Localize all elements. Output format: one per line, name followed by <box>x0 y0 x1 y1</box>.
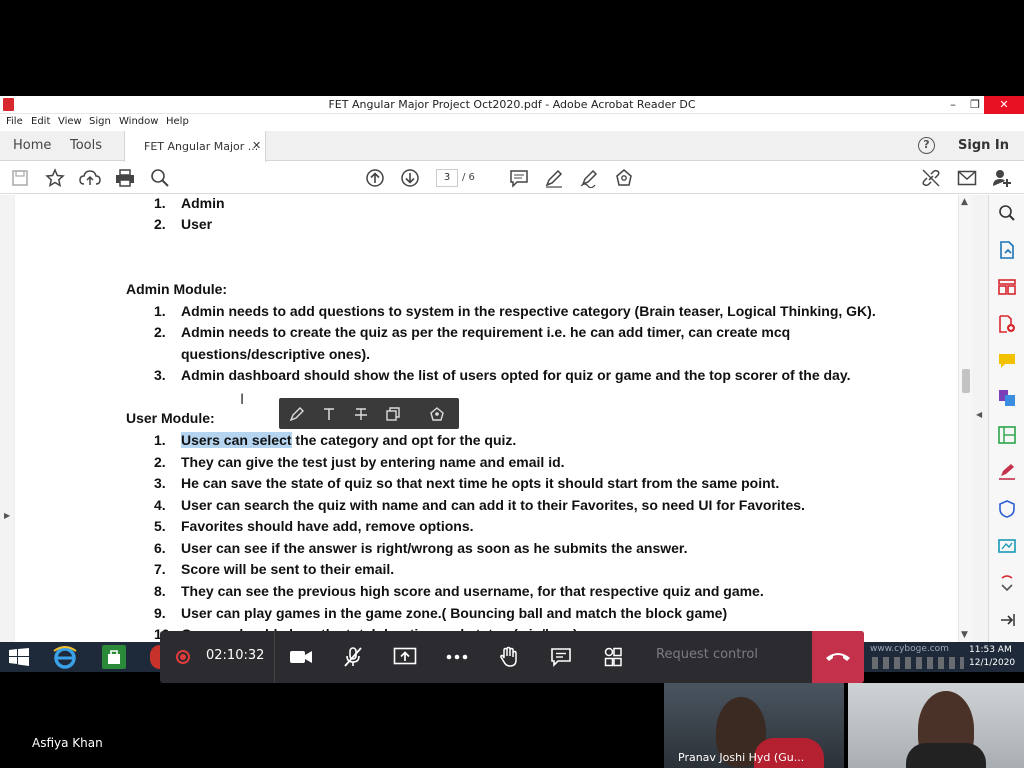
chrome-icon[interactable] <box>150 645 160 669</box>
tray-icons <box>872 657 964 669</box>
self-video-tile[interactable] <box>848 683 1024 768</box>
raise-hand-icon[interactable] <box>496 644 522 670</box>
save-icon[interactable] <box>8 166 32 190</box>
participant-name-label: Pranav Joshi Hyd (Gu... <box>678 751 805 764</box>
protect-shield-icon[interactable] <box>997 499 1017 519</box>
windows-start-icon[interactable] <box>9 648 29 666</box>
pane-collapse-icon[interactable] <box>997 610 1017 630</box>
meeting-timer: 02:10:32 <box>206 648 265 663</box>
phone-hangup-icon <box>826 653 850 661</box>
combine-files-icon[interactable] <box>997 388 1017 408</box>
help-icon[interactable]: ? <box>918 137 935 154</box>
store-app-icon[interactable] <box>102 645 126 669</box>
menu-view[interactable]: View <box>58 116 82 127</box>
tools-pane <box>988 195 1024 642</box>
meeting-control-bar: 02:10:32 Request control <box>160 631 864 683</box>
left-navigation-strip: ▶ <box>0 195 14 642</box>
tab-home[interactable]: Home <box>13 138 51 153</box>
page-total: / 6 <box>462 172 475 183</box>
microphone-muted-icon[interactable] <box>340 644 366 670</box>
highlight-text-icon[interactable] <box>287 404 307 424</box>
hang-up-button[interactable] <box>812 631 864 683</box>
menu-bar: File Edit View Sign Window Help <box>0 114 1024 131</box>
tab-tools[interactable]: Tools <box>70 138 102 153</box>
share-screen-icon[interactable] <box>392 644 418 670</box>
camera-icon[interactable] <box>288 644 314 670</box>
zoom-icon[interactable] <box>997 203 1017 223</box>
close-window-button[interactable]: ✕ <box>984 96 1024 114</box>
export-pdf-icon[interactable] <box>997 240 1017 260</box>
next-page-icon[interactable] <box>398 166 422 190</box>
add-text-icon[interactable] <box>319 404 339 424</box>
close-tab-icon[interactable]: ✕ <box>252 139 261 152</box>
previous-page-icon[interactable] <box>363 166 387 190</box>
vertical-scrollbar[interactable]: ▲ ▼ <box>958 195 972 642</box>
selected-text[interactable]: Users can select <box>181 432 292 448</box>
print-icon[interactable] <box>113 166 137 190</box>
scroll-down-icon[interactable]: ▼ <box>961 630 968 640</box>
comment-icon[interactable] <box>507 166 531 190</box>
email-icon[interactable] <box>955 166 979 190</box>
divider <box>274 631 275 683</box>
request-control-button[interactable]: Request control <box>656 647 758 662</box>
clock-time: 11:53 AM <box>969 645 1012 655</box>
clock-date: 12/1/2020 <box>969 658 1016 668</box>
document-tab-label: FET Angular Major ... <box>144 140 259 153</box>
copy-icon[interactable] <box>383 404 403 424</box>
edit-pdf-icon[interactable] <box>997 425 1017 445</box>
fill-sign-icon[interactable] <box>997 462 1017 482</box>
participants-icon[interactable] <box>600 644 626 670</box>
zoom-search-icon[interactable] <box>148 166 172 190</box>
quick-action-toolbar <box>279 398 459 429</box>
screen: FET Angular Major Project Oct2020.pdf - … <box>0 0 1024 768</box>
comment-pane-icon[interactable] <box>997 351 1017 371</box>
more-options-icon[interactable] <box>444 644 470 670</box>
main-toolbar: 3 / 6 <box>0 162 1024 194</box>
right-pane-collapse-strip: ◀ <box>972 195 988 642</box>
recording-icon <box>176 650 190 664</box>
window-title: FET Angular Major Project Oct2020.pdf - … <box>328 98 696 111</box>
text-cursor-icon: I <box>240 392 245 408</box>
acrobat-window: FET Angular Major Project Oct2020.pdf - … <box>0 96 1024 642</box>
collapse-right-pane-icon[interactable]: ◀ <box>976 410 982 419</box>
menu-edit[interactable]: Edit <box>31 116 50 127</box>
more-tools-icon[interactable] <box>997 573 1017 593</box>
participant-video-tile[interactable]: Pranav Joshi Hyd (Gu... <box>664 683 844 768</box>
expand-left-pane-icon[interactable]: ▶ <box>4 511 10 520</box>
scrollbar-thumb[interactable] <box>962 369 970 393</box>
menu-file[interactable]: File <box>6 116 23 127</box>
menu-help[interactable]: Help <box>166 116 189 127</box>
strikethrough-icon[interactable] <box>351 404 371 424</box>
sign-in-button[interactable]: Sign In <box>958 138 1009 153</box>
menu-window[interactable]: Window <box>119 116 158 127</box>
enhance-scan-icon[interactable] <box>997 536 1017 556</box>
self-shirt <box>906 743 986 768</box>
chat-icon[interactable] <box>548 644 574 670</box>
bookmark-star-icon[interactable] <box>43 166 67 190</box>
create-pdf-icon[interactable] <box>997 314 1017 334</box>
admin-module-heading: Admin Module: <box>126 281 228 297</box>
stamp-tool-icon[interactable] <box>427 404 447 424</box>
user-module-heading: User Module: <box>126 410 215 426</box>
menu-sign[interactable]: Sign <box>89 116 111 127</box>
scroll-up-icon[interactable]: ▲ <box>961 197 968 207</box>
internet-explorer-icon[interactable] <box>52 645 78 669</box>
presenter-name: Asfiya Khan <box>32 736 103 750</box>
add-user-icon[interactable] <box>990 166 1014 190</box>
tab-bar: Home Tools FET Angular Major ... ✕ ? Sig… <box>0 131 1024 162</box>
organize-pages-icon[interactable] <box>997 277 1017 297</box>
highlight-pen-icon[interactable] <box>542 166 566 190</box>
title-bar: FET Angular Major Project Oct2020.pdf - … <box>0 96 1024 114</box>
cloud-upload-icon[interactable] <box>78 166 102 190</box>
draw-sign-icon[interactable] <box>577 166 601 190</box>
share-link-icon[interactable] <box>919 166 943 190</box>
page-number-input[interactable]: 3 <box>436 169 458 187</box>
tab-document[interactable]: FET Angular Major ... ✕ <box>124 131 266 162</box>
tray-ticker: www.cyboge.com <box>870 644 949 654</box>
pdf-page: 1. Admin 2. User Admin Module: 1. Admin nee… <box>14 195 958 642</box>
stamp-icon[interactable] <box>612 166 636 190</box>
